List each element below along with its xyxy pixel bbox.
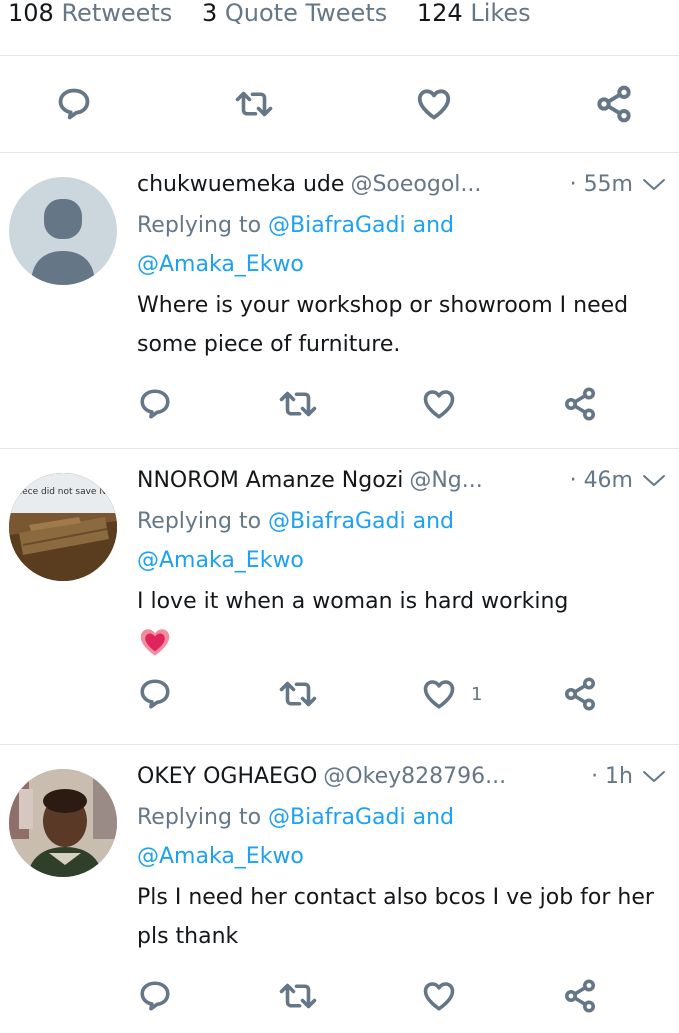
avatar-caption: Piece did not save No [14, 487, 112, 497]
retweet-button[interactable] [277, 976, 319, 1016]
quote-tweets-link[interactable]: Quote Tweets [225, 0, 387, 27]
mention-link[interactable]: @Amaka_Ekwo [137, 844, 304, 869]
reply-icon [140, 981, 170, 1011]
like-button[interactable] [413, 83, 455, 125]
retweet-button[interactable] [233, 83, 275, 125]
retweets-link[interactable]: Retweets [61, 0, 172, 27]
reply-button[interactable] [137, 384, 173, 424]
tweet-actions [137, 384, 667, 424]
sparkling-heart-icon [140, 629, 170, 656]
sparkling-heart-emoji [137, 624, 173, 660]
reply-button[interactable] [53, 83, 95, 125]
replying-to: Replying to @BiafraGadi and @Amaka_Ekwo [137, 805, 454, 869]
retweet-icon [279, 391, 317, 417]
chevron-down-icon[interactable] [641, 472, 667, 490]
reply-tweet[interactable]: Piece did not save No NNOROM Amanze Ngoz… [0, 448, 679, 744]
quotes-count: 3 [201, 0, 218, 27]
tweet-text: I love it when a woman is hard working [137, 582, 667, 660]
reply-icon [140, 389, 170, 419]
tweet-header: NNOROM Amanze Ngozi @Ng... · 46m [137, 466, 667, 500]
replying-to: Replying to @BiafraGadi and @Amaka_Ekwo [137, 213, 454, 277]
mention-link[interactable]: @BiafraGadi [268, 509, 406, 534]
replying-to: Replying to @BiafraGadi and @Amaka_Ekwo [137, 509, 454, 573]
reply-icon [140, 679, 170, 709]
share-icon [597, 85, 631, 123]
like-button[interactable] [421, 384, 471, 424]
avatar[interactable]: Piece did not save No [9, 473, 117, 581]
retweets-count: 108 [8, 0, 54, 27]
share-icon [565, 387, 595, 421]
reply-button[interactable] [137, 976, 173, 1016]
share-icon [565, 979, 595, 1013]
tweet-header: chukwuemeka ude @Soeogol... · 55m [137, 170, 667, 204]
share-button[interactable] [562, 384, 598, 424]
avatar[interactable] [9, 769, 117, 877]
mention-link[interactable]: @BiafraGadi [268, 805, 406, 830]
retweet-icon [235, 91, 273, 117]
mention-link[interactable]: @BiafraGadi [268, 213, 406, 238]
tweet-content: OKEY OGHAEGO @Okey828796... · 1h Replying… [137, 762, 667, 1016]
tweet-text: Where is your workshop or showroom I nee… [137, 293, 629, 357]
like-count: 1 [471, 683, 483, 705]
share-button[interactable] [562, 976, 598, 1016]
reply-icon [58, 88, 90, 120]
retweet-icon [279, 983, 317, 1009]
timestamp[interactable]: · 46m [570, 466, 633, 496]
mention-link[interactable]: @Amaka_Ekwo [137, 548, 304, 573]
avatar[interactable] [9, 177, 117, 285]
share-button[interactable] [562, 674, 598, 714]
tweet-content: NNOROM Amanze Ngozi @Ng... · 46m Replying… [137, 466, 667, 714]
tweet-content: chukwuemeka ude @Soeogol... · 55m Replyin… [137, 170, 667, 424]
like-button[interactable]: 1 [421, 674, 482, 714]
reply-button[interactable] [137, 674, 173, 714]
user-handle[interactable]: @Ng... [409, 468, 482, 493]
mention-link[interactable]: @Amaka_Ekwo [137, 252, 304, 277]
display-name[interactable]: NNOROM Amanze Ngozi [137, 468, 403, 493]
reply-tweet[interactable]: chukwuemeka ude @Soeogol... · 55m Replyin… [0, 152, 679, 448]
timestamp[interactable]: · 55m [570, 170, 633, 200]
display-name[interactable]: OKEY OGHAEGO [137, 764, 317, 789]
tweet-actions [137, 976, 667, 1016]
share-button[interactable] [593, 83, 635, 125]
tweet-header: OKEY OGHAEGO @Okey828796... · 1h [137, 762, 667, 796]
chevron-down-icon[interactable] [641, 176, 667, 194]
user-handle[interactable]: @Okey828796... [323, 764, 506, 789]
likes-link[interactable]: Likes [470, 0, 530, 27]
user-handle[interactable]: @Soeogol... [350, 172, 481, 197]
engagement-stats: 108 Retweets 3 Quote Tweets 124 Likes [8, 0, 553, 30]
profile-photo-icon [9, 769, 117, 877]
display-name[interactable]: chukwuemeka ude [137, 172, 344, 197]
tweet-actions: 1 [137, 674, 667, 714]
retweet-icon [279, 681, 317, 707]
tweet-text: Pls I need her contact also bcos I ve jo… [137, 885, 654, 949]
likes-count: 124 [416, 0, 463, 27]
retweet-button[interactable] [277, 674, 319, 714]
timestamp[interactable]: · 1h [591, 762, 633, 792]
reply-tweet[interactable]: OKEY OGHAEGO @Okey828796... · 1h Replying… [0, 744, 679, 1033]
main-tweet-actions [0, 55, 679, 152]
default-avatar-icon [31, 199, 95, 285]
heart-icon [423, 680, 455, 709]
retweet-button[interactable] [277, 384, 319, 424]
chevron-down-icon[interactable] [641, 768, 667, 786]
heart-icon [423, 390, 455, 419]
heart-icon [423, 982, 455, 1011]
heart-icon [417, 89, 451, 120]
like-button[interactable] [421, 976, 471, 1016]
share-icon [565, 677, 595, 711]
